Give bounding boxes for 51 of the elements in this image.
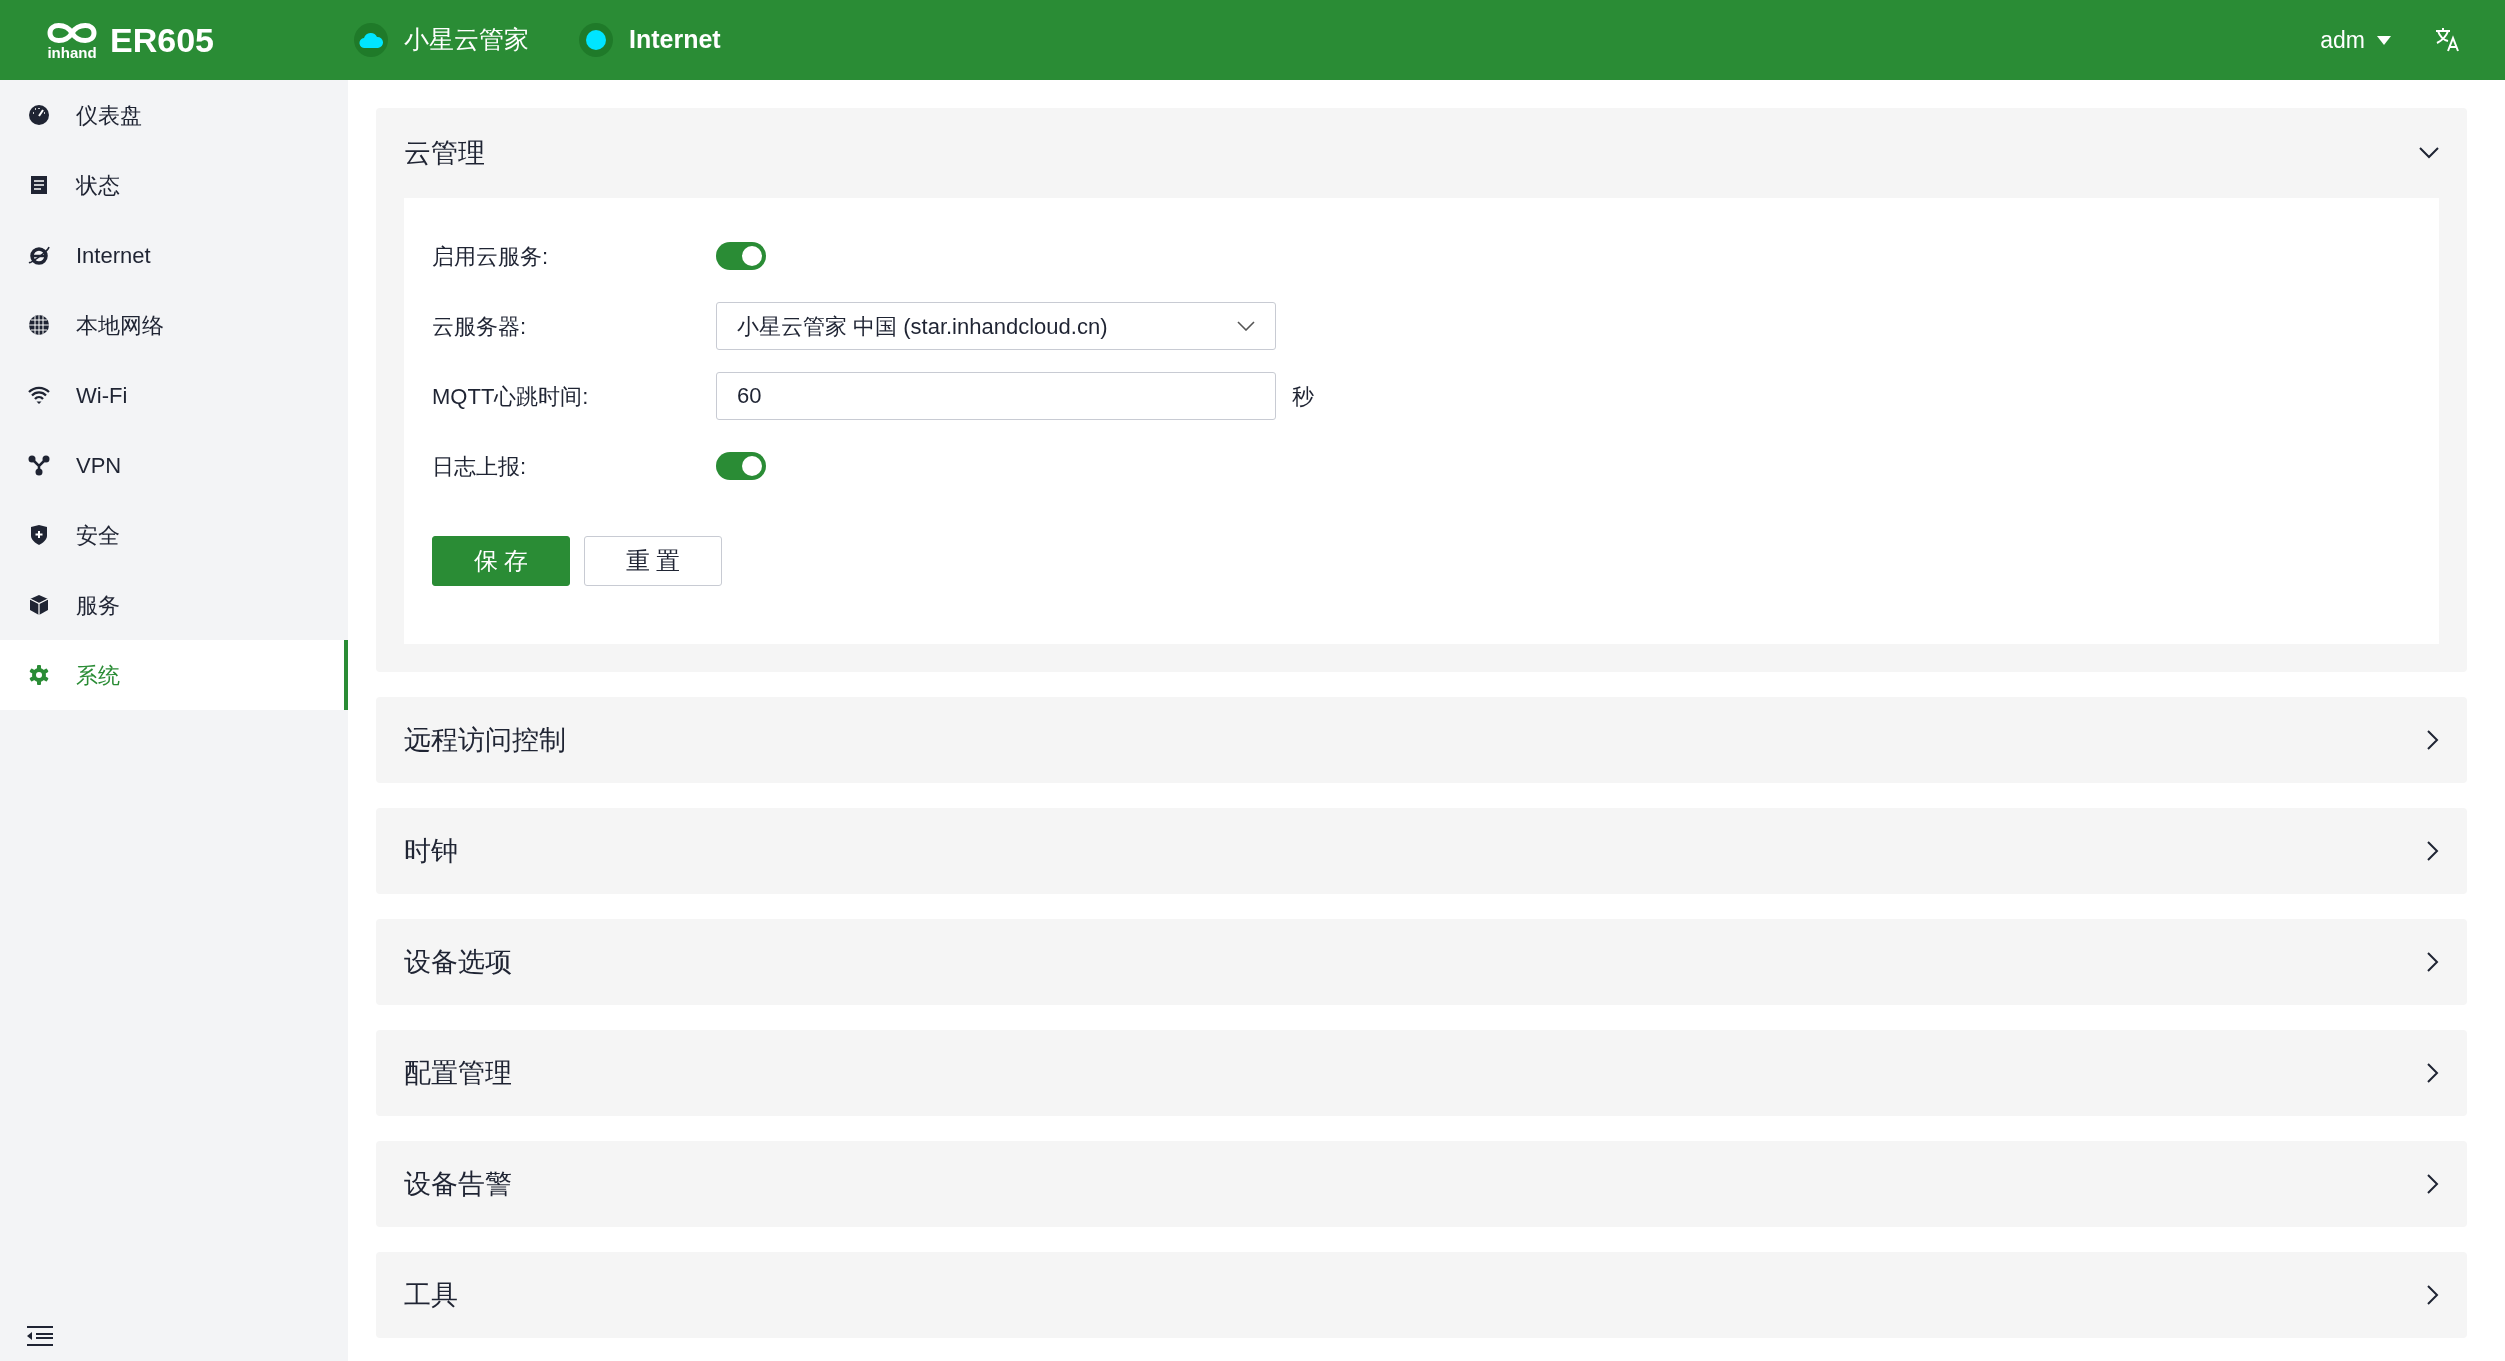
server-dropdown[interactable]: 小星云管家 中国 (star.inhandcloud.cn) — [716, 302, 1276, 350]
field-label: 启用云服务: — [432, 242, 550, 271]
sidebar-item[interactable]: VPN — [0, 430, 348, 500]
gauge-icon — [28, 104, 50, 126]
sidebar-item[interactable]: 系统 — [0, 640, 348, 710]
field-label: 日志上报: — [432, 452, 528, 481]
section-header[interactable]: 设备告警 — [376, 1141, 2467, 1227]
chevron-down-icon — [2419, 147, 2439, 159]
section-header[interactable]: 云管理 — [376, 108, 2467, 198]
section-header[interactable]: 时钟 — [376, 808, 2467, 894]
collapse-menu-icon[interactable] — [27, 1325, 53, 1347]
section-header[interactable]: 设备选项 — [376, 919, 2467, 1005]
sidebar-item[interactable]: Wi-Fi — [0, 360, 348, 430]
sidebar-item[interactable]: 仪表盘 — [0, 80, 348, 150]
unit-label: 秒 — [1292, 382, 1314, 411]
heartbeat-input[interactable]: 60 — [716, 372, 1276, 420]
sidebar-item[interactable]: 本地网络 — [0, 290, 348, 360]
sidebar-item[interactable]: 安全 — [0, 500, 348, 570]
chevron-right-icon — [2427, 1285, 2439, 1305]
field-label: MQTT心跳时间: — [432, 382, 590, 411]
section-header[interactable]: 配置管理 — [376, 1030, 2467, 1116]
translate-icon[interactable] — [2435, 28, 2461, 52]
sidebar-item[interactable]: 状态 — [0, 150, 348, 220]
chevron-right-icon — [2427, 730, 2439, 750]
sidebar-item[interactable]: 服务 — [0, 570, 348, 640]
network-nodes-icon — [28, 454, 50, 476]
chevron-right-icon — [2427, 952, 2439, 972]
shield-icon — [28, 524, 50, 546]
toggle-switch[interactable] — [716, 242, 766, 270]
document-icon — [28, 174, 50, 196]
status-label: 小星云管家 — [403, 24, 529, 56]
save-button[interactable]: 保 存 — [432, 536, 570, 586]
chevron-right-icon — [2427, 1063, 2439, 1083]
logo: inhand — [44, 20, 100, 60]
cube-icon — [28, 594, 50, 616]
chevron-down-icon — [1237, 321, 1255, 331]
globe-icon — [28, 314, 50, 336]
sidebar-item[interactable]: Internet — [0, 220, 348, 290]
section-header[interactable]: 工具 — [376, 1252, 2467, 1338]
settings-icon — [28, 664, 50, 686]
toggle-switch[interactable] — [716, 452, 766, 480]
status-label: Internet — [628, 24, 721, 56]
chevron-right-icon — [2427, 1174, 2439, 1194]
user-menu[interactable]: adm — [2320, 22, 2391, 58]
reset-button[interactable]: 重 置 — [584, 536, 722, 586]
chevron-right-icon — [2427, 841, 2439, 861]
caret-icon — [2377, 35, 2391, 45]
product-name: ER605 — [110, 19, 214, 61]
field-label: 云服务器: — [432, 312, 528, 341]
wifi-icon — [28, 384, 50, 406]
section-header[interactable]: 远程访问控制 — [376, 697, 2467, 783]
